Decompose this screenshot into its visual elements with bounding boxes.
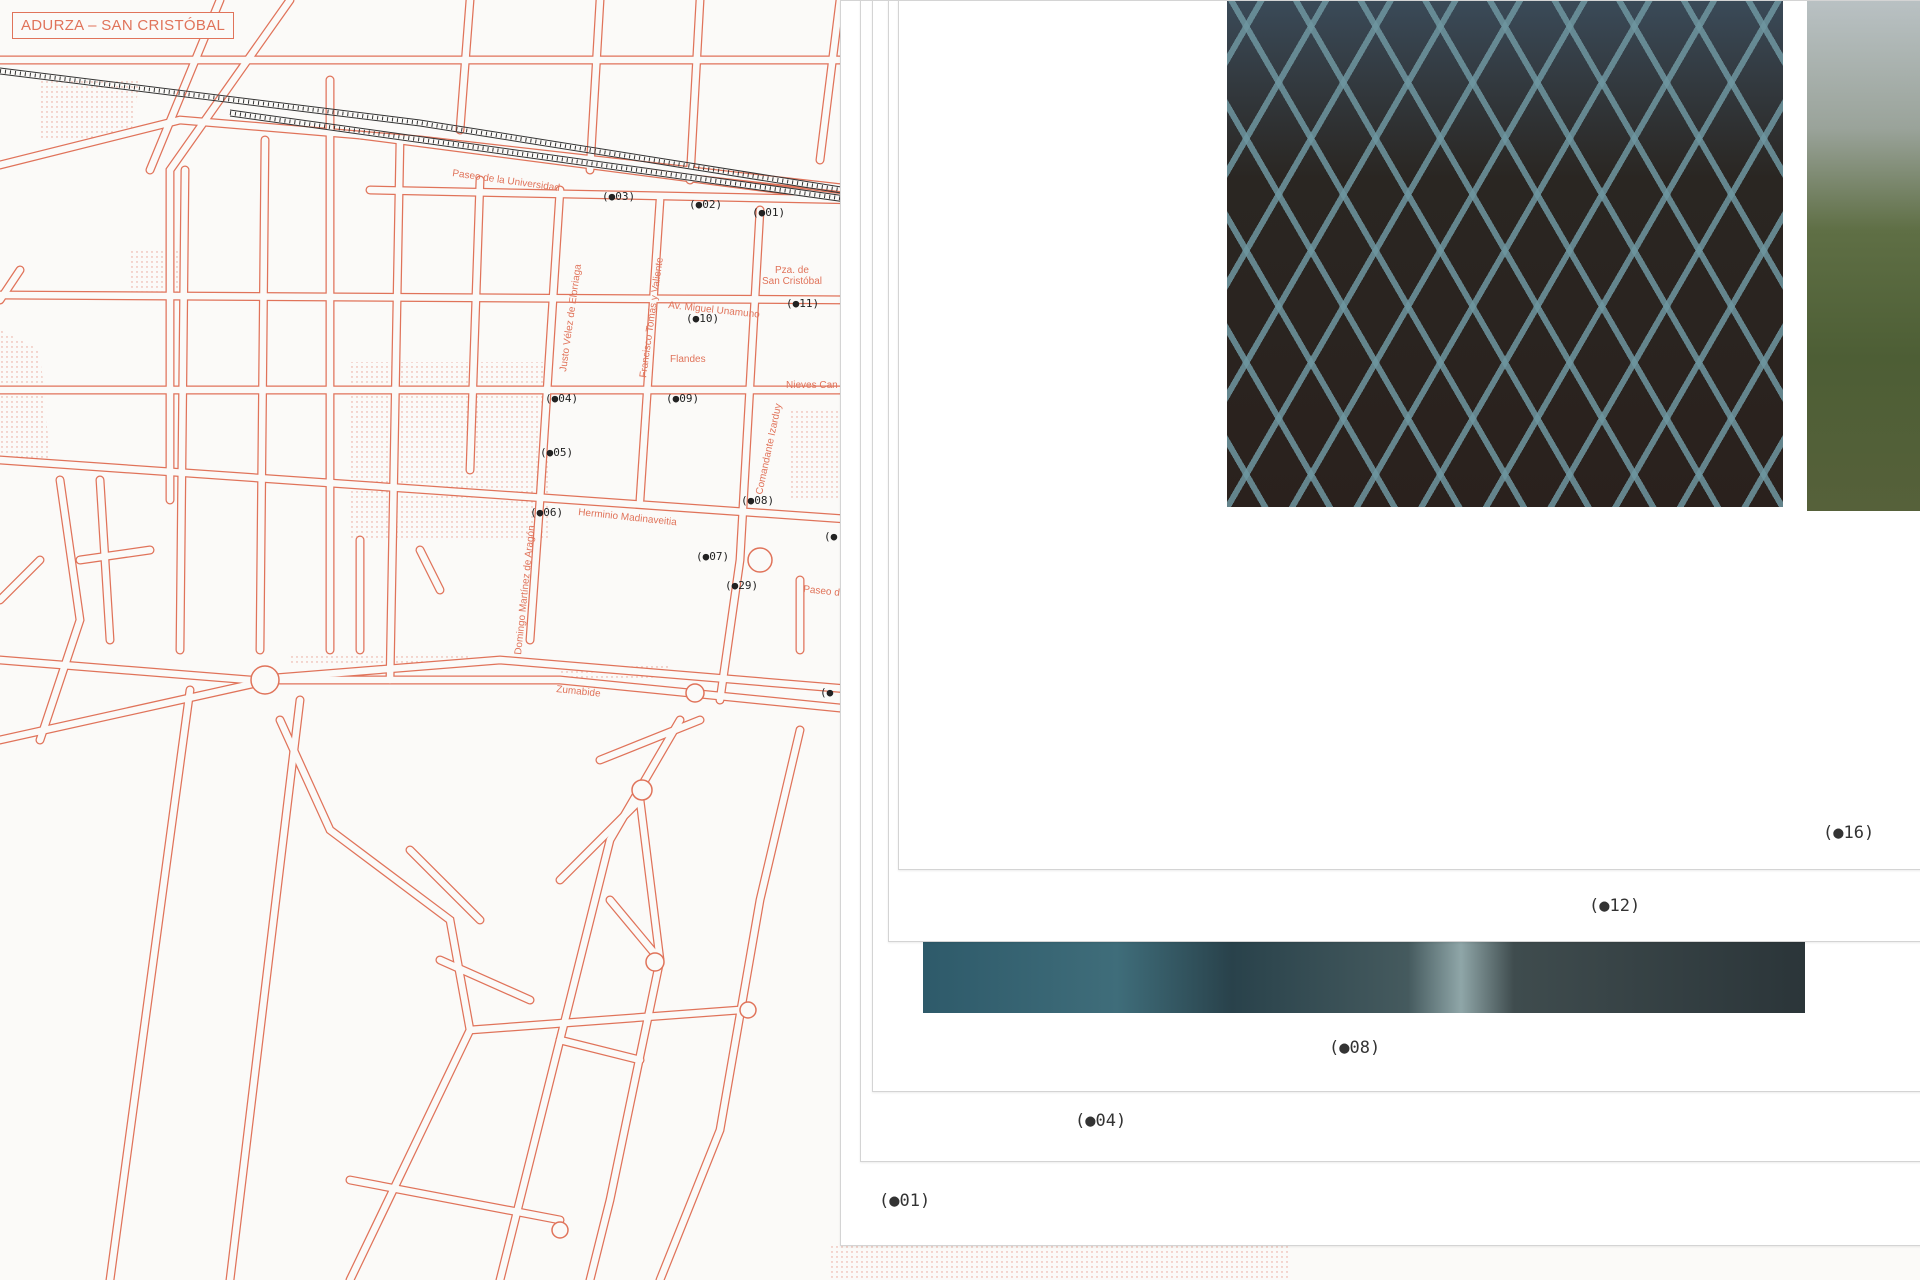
street-label-plaza-2: San Cristóbal <box>762 276 822 287</box>
chain-link-fence-over-railway-photo <box>1227 1 1783 507</box>
blue-pavement-photo <box>923 939 1805 1013</box>
photo-sheet-caption-01: (●01) <box>879 1191 931 1211</box>
map-marker-10: (●10) <box>686 312 719 325</box>
street-label-flandes: Flandes <box>670 354 706 365</box>
photo-sheet-16: (●16) <box>898 0 1920 870</box>
map-marker-01: (●01) <box>752 206 785 219</box>
misty-railway-embankment-photo <box>1807 1 1920 511</box>
street-label-plaza-1: Pza. de <box>775 265 809 276</box>
photo-sheet-caption-12: (●12) <box>1589 896 1641 916</box>
map-marker-11: (●11) <box>786 297 819 310</box>
photo-sheet-caption-04: (●04) <box>1075 1111 1127 1131</box>
map-marker-partial-1: (● <box>824 530 838 543</box>
street-label-comandante-izarduy: Comandante Izarduy <box>754 403 784 496</box>
photo-sheet-caption-16: (●16) <box>1823 823 1875 843</box>
map-marker-07: (●07) <box>696 550 729 563</box>
map-marker-04: (●04) <box>545 392 578 405</box>
street-label-paseo-right: Paseo d <box>803 584 841 599</box>
map-marker-05: (●05) <box>540 446 573 459</box>
map-marker-08: (●08) <box>741 494 774 507</box>
map-title: ADURZA – SAN CRISTÓBAL <box>12 12 235 39</box>
street-label-nieves-cano: Nieves Can <box>786 380 838 391</box>
map-marker-partial-2: (● <box>820 686 834 699</box>
map-marker-02: (●02) <box>689 198 722 211</box>
map-marker-03: (●03) <box>602 190 635 203</box>
map-marker-29: (●29) <box>725 579 758 592</box>
map-marker-09: (●09) <box>666 392 699 405</box>
street-label-justo-velez: Justo Vélez de Elorriaga <box>558 263 584 372</box>
map-marker-06: (●06) <box>530 506 563 519</box>
photo-sheet-caption-08: (●08) <box>1329 1038 1381 1058</box>
